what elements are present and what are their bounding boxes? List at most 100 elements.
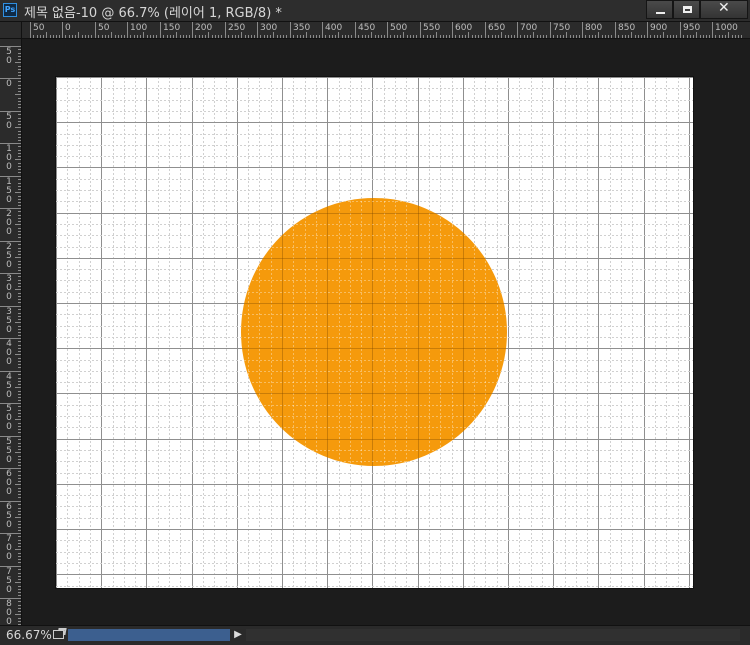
vertical-ruler[interactable]: 50 0 50 100 150 200 250 300 350 400 450 500 550 600 65… bbox=[0, 39, 22, 625]
ruler-minor-tick bbox=[18, 293, 21, 294]
ruler-minor-tick bbox=[18, 341, 21, 342]
ruler-tick bbox=[322, 22, 323, 38]
ruler-minor-tick bbox=[18, 137, 21, 138]
ruler-minor-tick bbox=[18, 211, 21, 212]
ruler-tick bbox=[647, 22, 648, 38]
ruler-minor-tick bbox=[15, 517, 21, 518]
ruler-minor-tick bbox=[446, 35, 447, 38]
ruler-label: 0 bbox=[65, 23, 71, 33]
ruler-minor-tick bbox=[215, 35, 216, 38]
ruler-minor-tick bbox=[423, 35, 424, 38]
ruler-minor-tick bbox=[15, 159, 21, 160]
ruler-minor-tick bbox=[186, 35, 187, 38]
ruler-minor-tick bbox=[156, 35, 157, 38]
ruler-minor-tick bbox=[329, 35, 330, 38]
ruler-minor-tick bbox=[316, 35, 317, 38]
ruler-minor-tick bbox=[18, 107, 21, 108]
canvas-workspace[interactable] bbox=[22, 39, 750, 625]
ruler-label: 850 bbox=[618, 23, 636, 33]
ruler-minor-tick bbox=[18, 309, 21, 310]
ruler-minor-tick bbox=[170, 35, 171, 38]
ruler-minor-tick bbox=[579, 35, 580, 38]
ruler-minor-tick bbox=[195, 35, 196, 38]
share-icon[interactable] bbox=[53, 630, 64, 639]
ruler-label: 400 bbox=[325, 23, 343, 33]
ruler-minor-tick bbox=[18, 608, 21, 609]
ruler-minor-tick bbox=[416, 35, 417, 38]
ruler-minor-tick bbox=[533, 32, 534, 38]
ruler-minor-tick bbox=[413, 35, 414, 38]
ruler-minor-tick bbox=[202, 35, 203, 38]
close-button[interactable]: ✕ bbox=[700, 0, 748, 19]
ruler-minor-tick bbox=[18, 134, 21, 135]
document-canvas[interactable] bbox=[56, 77, 693, 588]
ruler-minor-tick bbox=[115, 35, 116, 38]
ruler-minor-tick bbox=[18, 114, 21, 115]
ruler-minor-tick bbox=[18, 397, 21, 398]
ruler-minor-tick bbox=[199, 35, 200, 38]
ruler-minor-tick bbox=[449, 35, 450, 38]
title-bar[interactable]: Ps 제목 없음-10 @ 66.7% (레이어 1, RGB/8) * ✕ bbox=[0, 0, 750, 22]
ruler-label: 50 bbox=[33, 23, 45, 33]
ruler-minor-tick bbox=[15, 127, 21, 128]
ruler-minor-tick bbox=[362, 35, 363, 38]
status-bar-track bbox=[246, 629, 740, 641]
ruler-minor-tick bbox=[18, 497, 21, 498]
ruler-origin[interactable] bbox=[0, 22, 22, 39]
orange-circle[interactable] bbox=[241, 198, 507, 466]
ruler-minor-tick bbox=[18, 446, 21, 447]
ruler-label: 600 bbox=[455, 23, 473, 33]
ruler-minor-tick bbox=[443, 35, 444, 38]
ruler-minor-tick bbox=[18, 471, 21, 472]
ruler-tick bbox=[485, 22, 486, 38]
ruler-minor-tick bbox=[270, 35, 271, 38]
ruler-minor-tick bbox=[15, 224, 21, 225]
ruler-minor-tick bbox=[660, 35, 661, 38]
ruler-minor-tick bbox=[18, 361, 21, 362]
ruler-minor-tick bbox=[371, 32, 372, 38]
ruler-minor-tick bbox=[235, 35, 236, 38]
ruler-label: 750 bbox=[553, 23, 571, 33]
zoom-level[interactable]: 66.67% bbox=[6, 628, 52, 642]
ruler-minor-tick bbox=[18, 329, 21, 330]
ruler-minor-tick bbox=[212, 35, 213, 38]
ruler-minor-tick bbox=[18, 150, 21, 151]
ruler-minor-tick bbox=[297, 35, 298, 38]
ruler-minor-tick bbox=[18, 364, 21, 365]
ruler-minor-tick bbox=[18, 384, 21, 385]
ruler-minor-tick bbox=[650, 35, 651, 38]
ruler-minor-tick bbox=[18, 140, 21, 141]
ruler-minor-tick bbox=[277, 35, 278, 38]
ruler-minor-tick bbox=[358, 35, 359, 38]
ruler-minor-tick bbox=[319, 35, 320, 38]
ruler-label: 350 bbox=[293, 23, 311, 33]
ruler-minor-tick bbox=[18, 589, 21, 590]
ruler-minor-tick bbox=[375, 35, 376, 38]
horizontal-ruler[interactable]: 50 0 50 100 150 200 250 300 350 400 450 500 550 600 65… bbox=[22, 22, 750, 39]
ruler-minor-tick bbox=[18, 367, 21, 368]
ruler-minor-tick bbox=[40, 35, 41, 38]
maximize-button[interactable] bbox=[673, 0, 700, 19]
ruler-minor-tick bbox=[495, 35, 496, 38]
ruler-minor-tick bbox=[18, 556, 21, 557]
ruler-minor-tick bbox=[570, 35, 571, 38]
orange-circle-layer[interactable] bbox=[56, 77, 693, 588]
ruler-minor-tick bbox=[15, 94, 21, 95]
chevron-right-icon[interactable]: ▶ bbox=[232, 629, 244, 641]
ruler-minor-tick bbox=[18, 276, 21, 277]
minimize-button[interactable] bbox=[646, 0, 673, 19]
ruler-minor-tick bbox=[18, 439, 21, 440]
ruler-minor-tick bbox=[18, 443, 21, 444]
ruler-minor-tick bbox=[15, 354, 21, 355]
ruler-minor-tick bbox=[365, 35, 366, 38]
horizontal-scrollbar-thumb[interactable] bbox=[68, 629, 230, 641]
ruler-minor-tick bbox=[310, 35, 311, 38]
ruler-minor-tick bbox=[725, 35, 726, 38]
ruler-minor-tick bbox=[18, 351, 21, 352]
ruler-minor-tick bbox=[563, 35, 564, 38]
ruler-minor-tick bbox=[18, 56, 21, 57]
ruler-minor-tick bbox=[18, 514, 21, 515]
ruler-minor-tick bbox=[18, 302, 21, 303]
ruler-tick bbox=[452, 22, 453, 38]
ruler-minor-tick bbox=[735, 35, 736, 38]
